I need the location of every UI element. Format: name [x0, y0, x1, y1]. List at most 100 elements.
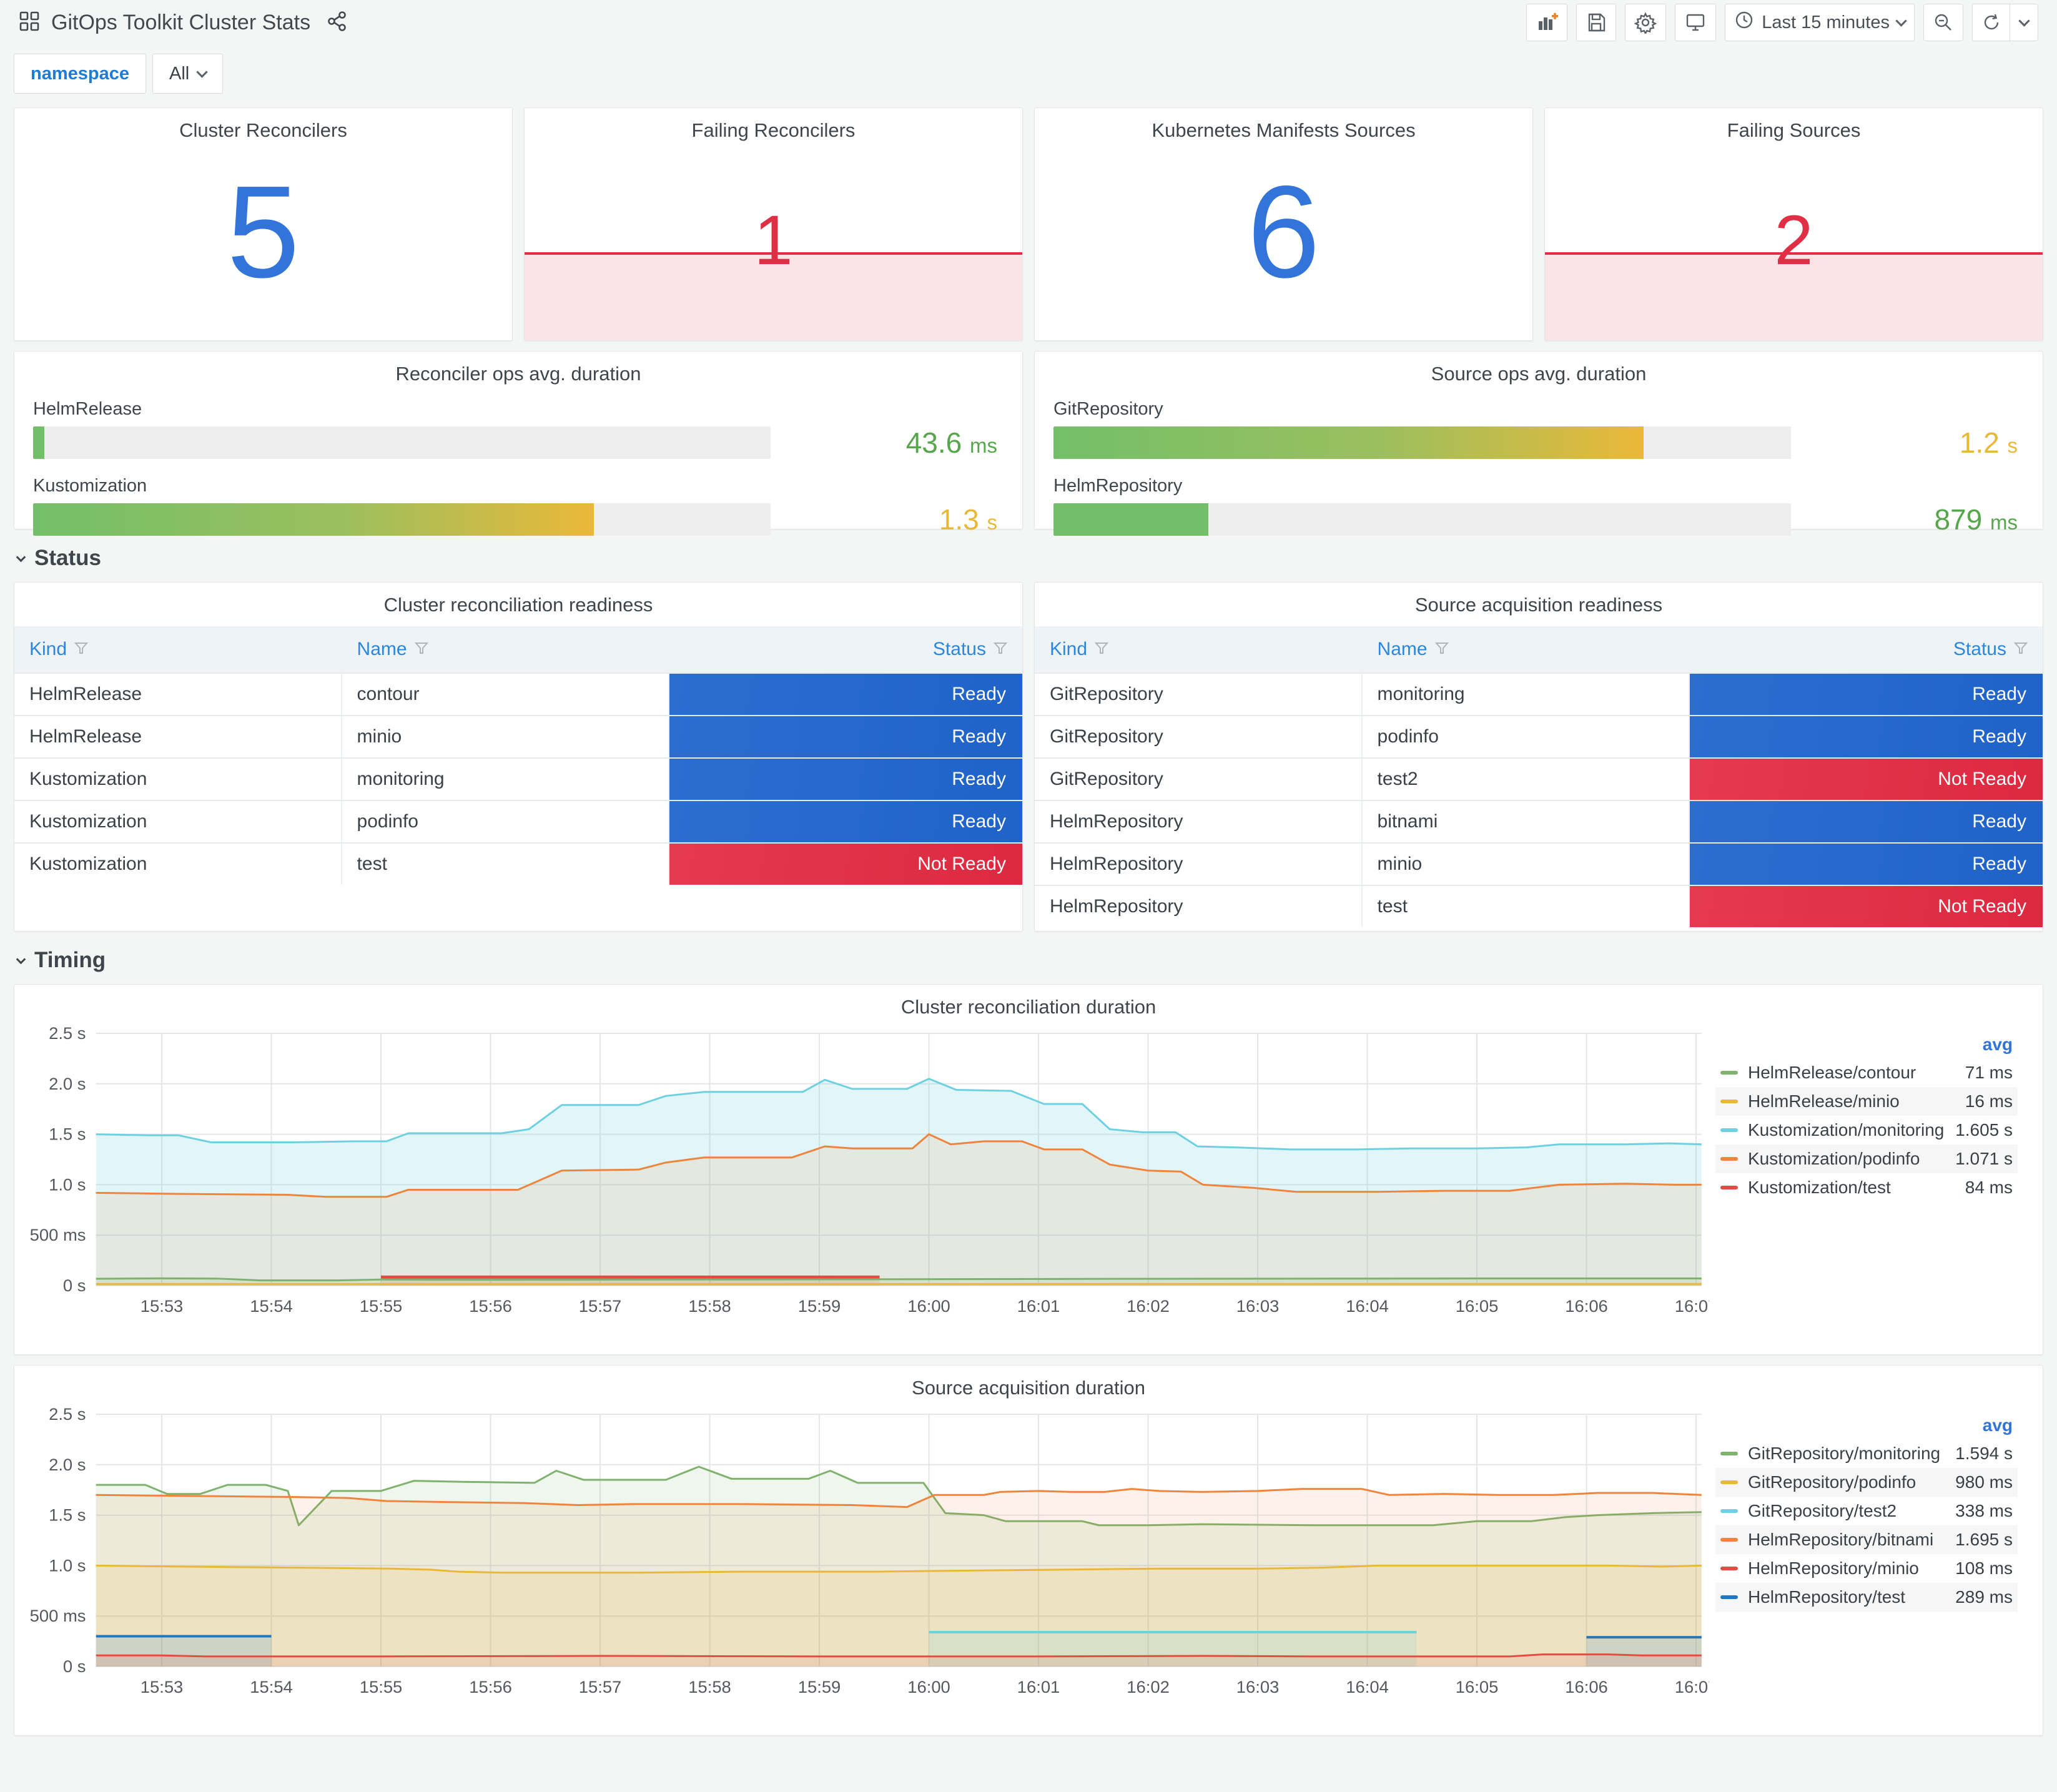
legend-item[interactable]: Kustomization/podinfo 1.071 s — [1715, 1145, 2018, 1173]
status-badge: Not Ready — [669, 844, 1022, 885]
column-header-kind[interactable]: Kind — [14, 639, 342, 660]
svg-text:1.0 s: 1.0 s — [49, 1175, 86, 1194]
svg-text:2.0 s: 2.0 s — [49, 1074, 86, 1093]
panel-title: Cluster Reconcilers — [179, 119, 347, 141]
legend-item[interactable]: Kustomization/test 84 ms — [1715, 1173, 2018, 1202]
column-header-name[interactable]: Name — [342, 639, 670, 660]
time-range-label: Last 15 minutes — [1762, 12, 1890, 32]
dashboard-grid-icon[interactable] — [19, 11, 40, 35]
gauge-row-kustomization: Kustomization 1.3 s — [33, 476, 1004, 536]
legend-item[interactable]: Kustomization/monitoring 1.605 s — [1715, 1116, 2018, 1145]
time-series-plot[interactable]: 0 s 500 ms 1.0 s 1.5 s 2.0 s 2.5 s 15:53 15:54 1… — [23, 1403, 1709, 1703]
legend-item[interactable]: HelmRepository/bitnami 1.695 s — [1715, 1525, 2018, 1554]
filter-icon[interactable] — [74, 639, 89, 660]
name-cell: minio — [1363, 844, 1690, 885]
series-name[interactable]: GitRepository/podinfo — [1748, 1472, 1955, 1492]
series-name[interactable]: GitRepository/test2 — [1748, 1501, 1955, 1521]
cycle-view-button[interactable] — [1675, 4, 1717, 41]
svg-text:16:03: 16:03 — [1236, 1296, 1280, 1316]
share-icon[interactable] — [327, 11, 348, 35]
column-header-kind[interactable]: Kind — [1035, 639, 1363, 660]
series-name[interactable]: Kustomization/test — [1748, 1178, 1965, 1198]
zoom-out-button[interactable] — [1923, 4, 1963, 41]
svg-text:15:59: 15:59 — [798, 1677, 841, 1696]
status-cell: Ready — [1690, 801, 2043, 842]
legend-item[interactable]: GitRepository/monitoring 1.594 s — [1715, 1439, 2018, 1468]
filter-icon[interactable] — [993, 639, 1008, 660]
svg-text:2.5 s: 2.5 s — [49, 1404, 86, 1424]
cluster-reconciliation-duration-panel: Cluster reconciliation duration 0 s 500 m… — [14, 984, 2043, 1355]
series-name[interactable]: HelmRepository/bitnami — [1748, 1530, 1955, 1550]
series-name[interactable]: HelmRelease/minio — [1748, 1091, 1965, 1111]
svg-text:15:53: 15:53 — [141, 1677, 184, 1696]
series-name[interactable]: Kustomization/podinfo — [1748, 1149, 1955, 1169]
refresh-interval-dropdown[interactable] — [2010, 4, 2038, 41]
legend-item[interactable]: GitRepository/test2 338 ms — [1715, 1497, 2018, 1525]
table-row: HelmRepository bitnami Ready — [1035, 800, 2043, 842]
gauge-track — [33, 503, 771, 536]
series-name[interactable]: Kustomization/monitoring — [1748, 1120, 1955, 1140]
legend-item[interactable]: GitRepository/podinfo 980 ms — [1715, 1468, 2018, 1497]
series-name[interactable]: GitRepository/monitoring — [1748, 1444, 1955, 1464]
section-timing[interactable]: Timing — [16, 948, 2043, 973]
series-name[interactable]: HelmRelease/contour — [1748, 1063, 1965, 1083]
panel-title: Source acquisition readiness — [1414, 594, 1663, 616]
legend-item[interactable]: HelmRelease/minio 16 ms — [1715, 1087, 2018, 1116]
status-badge: Ready — [669, 716, 1022, 757]
series-color-swatch — [1720, 1538, 1738, 1542]
column-header-name[interactable]: Name — [1363, 639, 1690, 660]
status-badge: Ready — [669, 801, 1022, 842]
status-cell: Ready — [669, 716, 1022, 757]
filter-icon[interactable] — [1434, 639, 1449, 660]
column-header-status[interactable]: Status — [1690, 639, 2043, 660]
status-cell: Ready — [669, 674, 1022, 715]
legend-item[interactable]: HelmRelease/contour 71 ms — [1715, 1058, 2018, 1087]
panel-title: Source acquisition duration — [912, 1377, 1145, 1399]
kind-cell: HelmRepository — [1035, 801, 1363, 842]
gauge-label: GitRepository — [1053, 399, 1163, 419]
gauge-value: 1.2 s — [1959, 426, 2018, 459]
svg-text:15:57: 15:57 — [579, 1296, 622, 1316]
namespace-filter-label[interactable]: namespace — [14, 54, 146, 94]
legend-item[interactable]: HelmRepository/test 289 ms — [1715, 1583, 2018, 1612]
save-dashboard-button[interactable] — [1576, 4, 1617, 41]
column-header-status[interactable]: Status — [669, 639, 1022, 660]
kind-cell: GitRepository — [1035, 759, 1363, 800]
svg-text:16:00: 16:00 — [907, 1677, 950, 1696]
dashboard-settings-button[interactable] — [1625, 4, 1667, 41]
namespace-filter-value[interactable]: All — [152, 54, 224, 94]
status-tables-row: Cluster reconciliation readiness Kind Nam… — [14, 582, 2043, 932]
svg-text:15:57: 15:57 — [579, 1677, 622, 1696]
chart-legend: avg HelmRelease/contour 71 ms HelmRelease/m… — [1709, 1022, 2034, 1322]
legend-avg-header[interactable]: avg — [1715, 1031, 2018, 1058]
clock-icon — [1734, 10, 1754, 35]
refresh-icon[interactable] — [1973, 4, 2010, 41]
svg-text:16:04: 16:04 — [1346, 1677, 1389, 1696]
filter-icon[interactable] — [1094, 639, 1109, 660]
svg-text:15:54: 15:54 — [250, 1296, 293, 1316]
svg-text:1.5 s: 1.5 s — [49, 1125, 86, 1144]
svg-text:2.0 s: 2.0 s — [49, 1455, 86, 1474]
series-avg-value: 1.594 s — [1955, 1444, 2013, 1463]
series-name[interactable]: HelmRepository/minio — [1748, 1558, 1955, 1578]
series-avg-value: 980 ms — [1955, 1472, 2013, 1492]
status-cell: Not Ready — [1690, 886, 2043, 927]
refresh-button[interactable] — [1972, 4, 2038, 41]
readiness-table: Kind Name Status GitRepository monitoring Rea… — [1035, 626, 2043, 927]
time-series-plot[interactable]: 0 s 500 ms 1.0 s 1.5 s 2.0 s 2.5 s 15:53 15:54 1… — [23, 1022, 1709, 1322]
series-name[interactable]: HelmRepository/test — [1748, 1587, 1955, 1607]
legend-avg-header[interactable]: avg — [1715, 1412, 2018, 1439]
source-ops-gauge-panel: Source ops avg. duration GitRepository 1… — [1034, 351, 2043, 536]
table-row: Kustomization test Not Ready — [14, 842, 1022, 885]
gauge-track — [1053, 503, 1792, 536]
table-row: GitRepository monitoring Ready — [1035, 672, 2043, 715]
filter-icon[interactable] — [2013, 639, 2028, 660]
add-panel-button[interactable] — [1526, 4, 1568, 41]
svg-text:15:53: 15:53 — [141, 1296, 184, 1316]
filter-icon[interactable] — [414, 639, 428, 660]
time-range-picker[interactable]: Last 15 minutes — [1725, 4, 1915, 41]
svg-text:15:55: 15:55 — [360, 1677, 403, 1696]
section-status[interactable]: Status — [16, 546, 2043, 571]
legend-item[interactable]: HelmRepository/minio 108 ms — [1715, 1554, 2018, 1583]
stat-value: 1 — [754, 201, 793, 280]
